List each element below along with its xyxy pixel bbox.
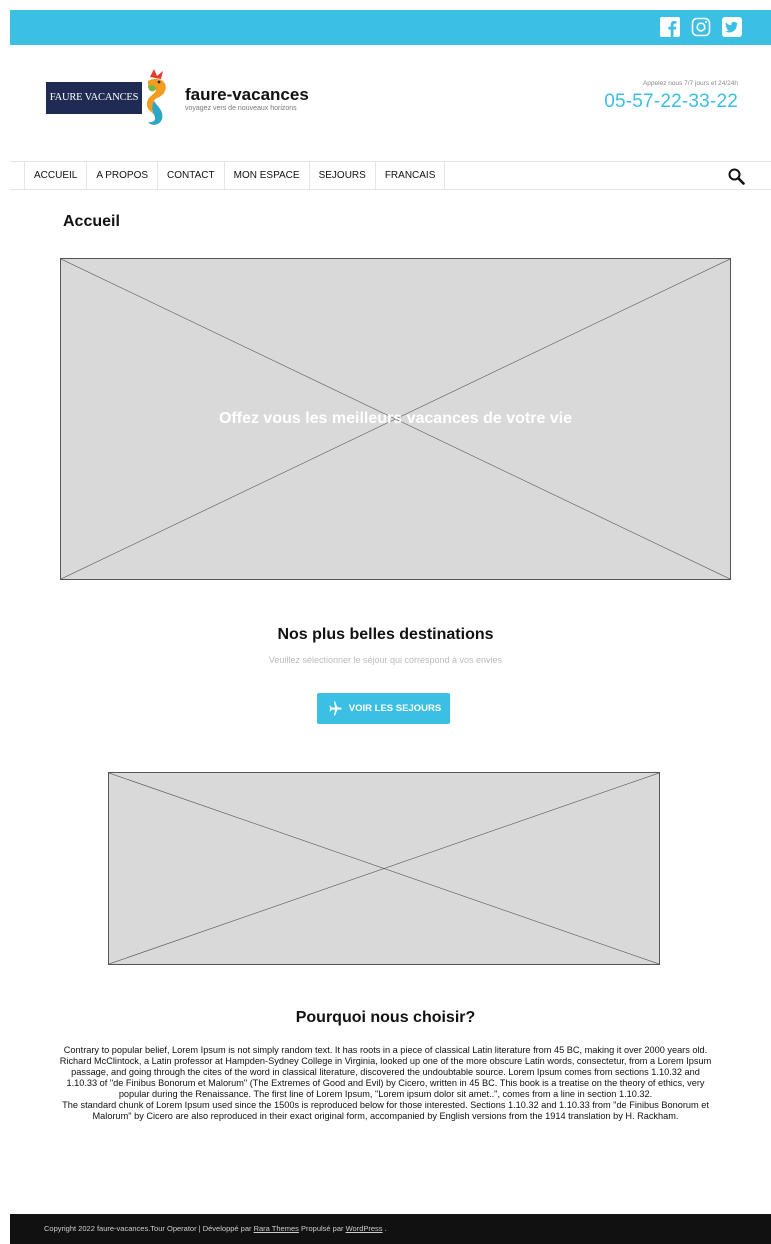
twitter-icon[interactable]	[721, 16, 743, 38]
rara-themes-link[interactable]: Rara Themes	[254, 1224, 299, 1233]
destinations-subtitle: Veuillez sélectionner le séjour qui corr…	[268, 655, 503, 665]
site-header: FAURE VACANCES faure-vacances voyagez ve…	[10, 45, 771, 161]
page-title: Accueil	[63, 213, 120, 230]
voir-les-sejours-label: VOIR LES SEJOURS	[348, 703, 442, 714]
why-choose-text: Contrary to popular belief, Lorem Ipsum …	[58, 1045, 713, 1122]
footer-end: .	[382, 1224, 387, 1233]
paragraph: The standard chunk of Lorem Ipsum used s…	[62, 1100, 709, 1121]
nav-item-a-propos[interactable]: A PROPOS	[87, 162, 159, 189]
destinations-image	[108, 772, 660, 965]
logo-text: FAURE VACANCES	[49, 92, 139, 103]
site-name[interactable]: faure-vacances	[185, 85, 309, 105]
nav-item-francais[interactable]: FRANCAIS	[376, 162, 446, 189]
airplane-icon	[329, 701, 342, 716]
site-footer: Copyright 2022 faure-vacances.Tour Opera…	[10, 1214, 771, 1244]
powered-by-label: Propulsé par	[298, 1224, 346, 1233]
nav-item-sejours[interactable]: SEJOURS	[310, 162, 376, 189]
nav-item-accueil[interactable]: ACCUEIL	[25, 162, 88, 189]
copyright-text: Copyright 2022 faure-vacances.Tour Opera…	[44, 1224, 197, 1233]
why-choose-title: Pourquoi nous choisir?	[295, 1009, 476, 1026]
search-icon[interactable]	[728, 168, 745, 185]
seahorse-logo-icon	[146, 69, 166, 125]
hero-headline: Offez vous les meilleurs vacances de vot…	[218, 410, 573, 427]
paragraph: Contrary to popular belief, Lorem Ipsum …	[59, 1045, 712, 1099]
site-tagline: voyagez vers de nouveaux horizons	[185, 105, 297, 112]
destinations-title: Nos plus belles destinations	[277, 626, 494, 643]
facebook-icon[interactable]	[659, 16, 681, 38]
social-links	[659, 16, 743, 38]
developed-by-label: Développé par	[202, 1224, 254, 1233]
image-placeholder	[109, 773, 659, 964]
top-bar	[10, 10, 771, 45]
phone-number[interactable]: 05-57-22-33-22	[604, 91, 738, 113]
site-logo[interactable]: FAURE VACANCES	[46, 82, 142, 114]
main-nav: ACCUEIL A PROPOS CONTACT MON ESPACE SEJO…	[10, 161, 771, 190]
nav-item-contact[interactable]: CONTACT	[158, 162, 225, 189]
call-label: Appelez nous 7/7 jours et 24/24h	[642, 80, 738, 87]
instagram-icon[interactable]	[690, 16, 712, 38]
nav-menu: ACCUEIL A PROPOS CONTACT MON ESPACE SEJO…	[24, 162, 446, 189]
wordpress-link[interactable]: WordPress	[346, 1224, 383, 1233]
hero-banner: Offez vous les meilleurs vacances de vot…	[60, 258, 731, 580]
nav-item-mon-espace[interactable]: MON ESPACE	[225, 162, 310, 189]
voir-les-sejours-button[interactable]: VOIR LES SEJOURS	[317, 693, 450, 724]
